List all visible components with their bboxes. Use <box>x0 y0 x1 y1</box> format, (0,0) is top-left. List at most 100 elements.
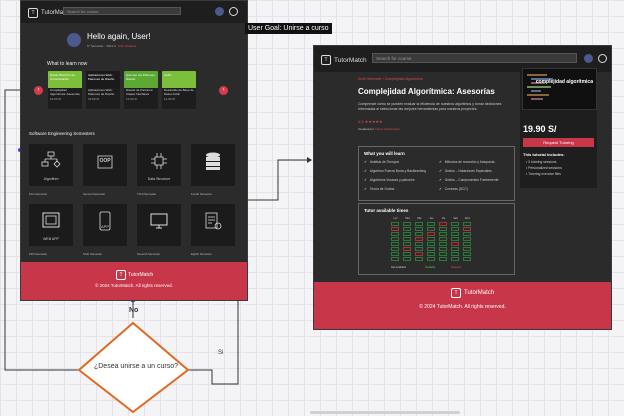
creator-link[interactable]: Carlos Santamaría <box>375 127 400 131</box>
time-slot[interactable] <box>415 242 423 246</box>
semester-tile[interactable]: OOP <box>83 144 127 186</box>
course-price: 19.90 S/ <box>88 97 100 101</box>
time-slot[interactable] <box>403 237 411 241</box>
time-slot[interactable] <box>427 247 435 251</box>
learn-section-title: What to learn now <box>47 61 88 67</box>
edit-schedule-link[interactable]: Edit schedule <box>118 44 136 48</box>
time-slot[interactable] <box>427 232 435 236</box>
user-icon[interactable] <box>215 7 224 16</box>
time-slot[interactable] <box>391 222 399 226</box>
time-slot[interactable] <box>451 237 459 241</box>
time-slot[interactable] <box>439 237 447 241</box>
time-slot[interactable] <box>451 227 459 231</box>
computer-icon <box>150 213 168 229</box>
course-card[interactable]: Qué son los Patrones Diseño Diseño de Pa… <box>124 71 158 109</box>
time-slot[interactable] <box>463 227 471 231</box>
semester-tile[interactable]: APP <box>83 204 127 246</box>
availability-title: Tutor available times <box>364 208 409 213</box>
time-slot[interactable] <box>403 222 411 226</box>
carousel-prev-button[interactable]: ‹ <box>34 86 43 95</box>
time-slot[interactable] <box>427 252 435 256</box>
algorithm-icon <box>41 151 61 168</box>
time-slot[interactable] <box>451 222 459 226</box>
time-slot[interactable] <box>403 252 411 256</box>
time-slot[interactable] <box>415 232 423 236</box>
course-thumb: Kotlin <box>162 71 196 88</box>
user-icon[interactable] <box>584 54 593 63</box>
time-slot[interactable] <box>415 237 423 241</box>
time-slot[interactable] <box>463 237 471 241</box>
tile-name: Data Structure <box>147 177 171 181</box>
learn-item: Métodos de recursión y búsqueda <box>439 160 495 164</box>
detail-search-input[interactable]: Search for course <box>372 53 577 63</box>
semester-tile[interactable] <box>191 204 235 246</box>
tile-name: APP <box>100 224 109 229</box>
time-slot[interactable] <box>451 232 459 236</box>
time-slot[interactable] <box>451 242 459 246</box>
semester-tile[interactable] <box>137 204 181 246</box>
time-slot[interactable] <box>427 227 435 231</box>
time-slot[interactable] <box>463 252 471 256</box>
time-slot[interactable] <box>403 232 411 236</box>
semester-tile[interactable]: WEB APP <box>29 204 73 246</box>
time-slot[interactable] <box>391 232 399 236</box>
detail-footer-brand: TutorMatch <box>464 290 495 296</box>
time-slot[interactable] <box>391 227 399 231</box>
time-slot[interactable] <box>439 222 447 226</box>
globe-icon[interactable] <box>598 54 607 63</box>
time-slot[interactable] <box>463 247 471 251</box>
time-slot[interactable] <box>415 227 423 231</box>
time-slot[interactable] <box>439 242 447 246</box>
breadcrumb[interactable]: Sixth Semester › Complejidad Algorítmica <box>358 77 423 81</box>
time-slot[interactable] <box>391 252 399 256</box>
globe-icon[interactable] <box>229 7 238 16</box>
time-slot[interactable] <box>439 227 447 231</box>
time-slot[interactable] <box>403 247 411 251</box>
course-card[interactable]: Aplicaciones Web: Patrones de Diseño Apl… <box>86 71 120 109</box>
time-slot[interactable] <box>391 257 399 261</box>
time-slot[interactable] <box>427 257 435 261</box>
semester-tile[interactable]: Data Structure <box>137 144 181 186</box>
purchase-card: complejidad algorítmica 19.90 S/ Request… <box>520 66 597 188</box>
time-slot[interactable] <box>439 247 447 251</box>
course-image: complejidad algorítmica <box>522 68 597 110</box>
time-slot[interactable] <box>451 257 459 261</box>
course-title: Aplicaciones Web: Patrones de Diseño <box>88 88 115 96</box>
time-slot[interactable] <box>391 237 399 241</box>
time-slot[interactable] <box>463 222 471 226</box>
time-slot[interactable] <box>403 257 411 261</box>
time-slot[interactable] <box>403 227 411 231</box>
semester-tile[interactable] <box>191 144 235 186</box>
time-slot[interactable] <box>427 242 435 246</box>
time-slot[interactable] <box>415 222 423 226</box>
time-slot[interactable] <box>415 252 423 256</box>
time-slot[interactable] <box>427 237 435 241</box>
course-thumb-text: Power Bind Pro de Comunicación <box>50 73 76 81</box>
time-slot[interactable] <box>439 232 447 236</box>
course-card[interactable]: Kotlin Desarrollo de Base de Datos Kotli… <box>162 71 196 109</box>
time-slot[interactable] <box>439 257 447 261</box>
course-card[interactable]: Power Bind Pro de Comunicación Complejid… <box>48 71 82 109</box>
time-slot[interactable] <box>463 232 471 236</box>
detail-logo[interactable]: T TutorMatch <box>321 55 367 65</box>
request-tutoring-button[interactable]: Request Tutoring <box>523 138 594 147</box>
home-footer: T TutorMatch © 2024 TutorMatch. All righ… <box>21 262 247 300</box>
time-slot[interactable] <box>415 257 423 261</box>
greeting: Hello again, User! <box>87 32 151 41</box>
semester-tile[interactable]: Algorithm <box>29 144 73 186</box>
time-slot[interactable] <box>427 222 435 226</box>
time-slot[interactable] <box>463 257 471 261</box>
time-slot[interactable] <box>439 252 447 256</box>
time-slot[interactable] <box>391 247 399 251</box>
time-slot[interactable] <box>451 247 459 251</box>
time-slot[interactable] <box>391 242 399 246</box>
home-search-input[interactable]: Search for course <box>63 7 181 15</box>
time-slot[interactable] <box>463 242 471 246</box>
horizontal-scrollbar[interactable] <box>310 411 460 414</box>
time-slot[interactable] <box>403 242 411 246</box>
learn-item-text: Conexas (SCC) <box>444 187 468 191</box>
time-slot[interactable] <box>451 252 459 256</box>
carousel-next-button[interactable]: › <box>219 86 228 95</box>
include-text: Personalized sessions <box>528 166 562 170</box>
time-slot[interactable] <box>415 247 423 251</box>
